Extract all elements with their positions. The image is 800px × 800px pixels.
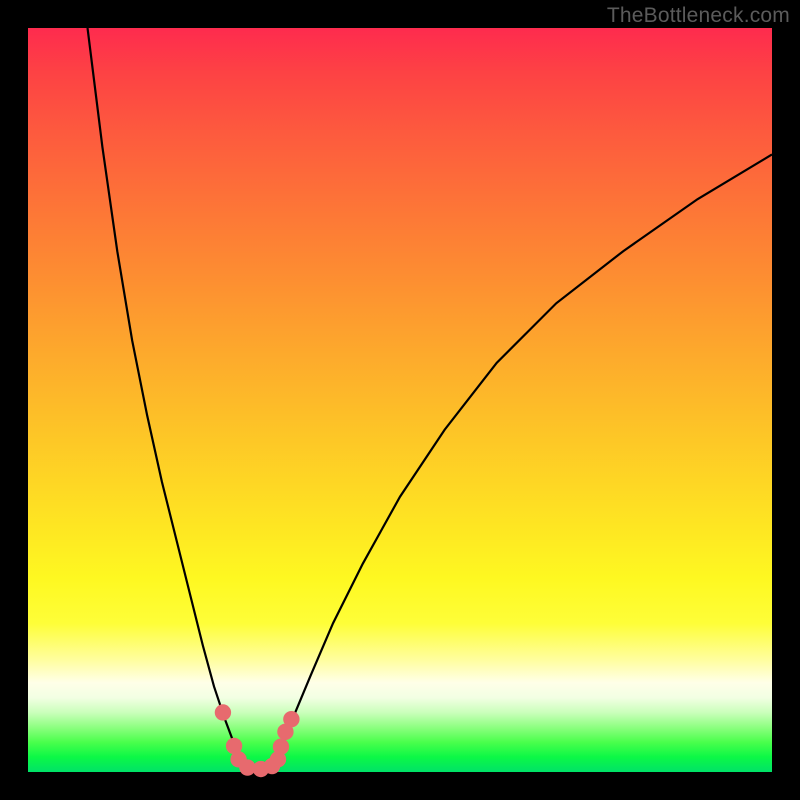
watermark-text: TheBottleneck.com [607,4,790,28]
marker-dot [215,704,231,720]
marker-group [215,704,300,777]
marker-dot [283,711,299,727]
plot-area [28,28,772,772]
curve-right [276,154,772,764]
curve-layer [28,28,772,772]
curve-left [88,28,242,765]
marker-dot [273,739,289,755]
chart-frame: TheBottleneck.com [0,0,800,800]
